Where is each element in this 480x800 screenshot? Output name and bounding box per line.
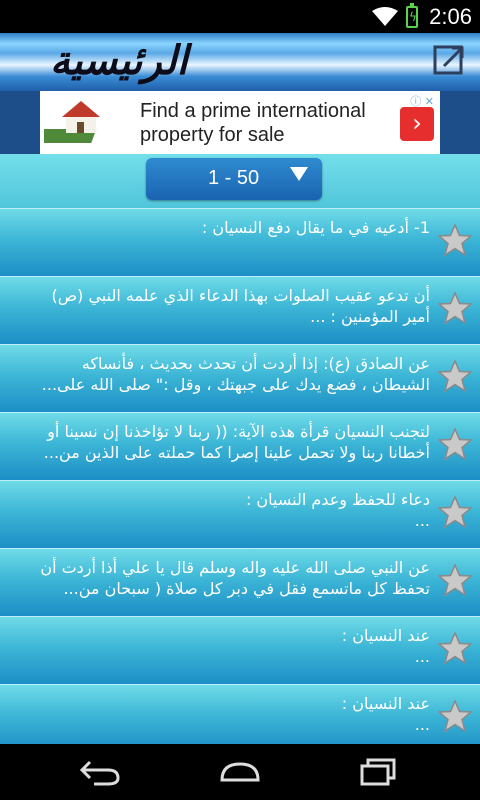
list-item-text: لتجنب النسيان قرأة هذه الآية: (( ربنا لا…	[43, 422, 430, 462]
list-item[interactable]: عن النبي صلى الله عليه واله وسلم قال يا …	[0, 548, 480, 616]
favorite-star-icon[interactable]	[438, 563, 472, 597]
favorite-star-icon[interactable]	[438, 223, 472, 257]
navigation-bar	[0, 744, 480, 800]
ad-arrow-button[interactable]: ›	[400, 107, 434, 141]
list-item[interactable]: 1- أدعيه في ما يقال دفع النسيان :	[0, 208, 480, 276]
share-icon[interactable]	[432, 42, 468, 78]
list-item-text: عند النسيان : ...	[341, 694, 430, 734]
favorite-star-icon[interactable]	[438, 359, 472, 393]
favorite-star-icon[interactable]	[438, 427, 472, 461]
favorite-star-icon[interactable]	[438, 291, 472, 325]
list-item-text: عند النسيان : ...	[341, 626, 430, 666]
range-dropdown-value: 1 - 50	[208, 167, 260, 189]
list-item-text: دعاء للحفظ وعدم النسيان : ...	[245, 490, 430, 530]
ad-text-line1: Find a prime international	[140, 100, 366, 122]
list-item-text: عن الصادق (ع): إذا أردت أن تحدث بحديث ، …	[41, 354, 430, 394]
dropdown-arrow-icon	[290, 167, 308, 181]
status-time: 2:06	[429, 4, 472, 29]
status-bar: ϟ 2:06	[0, 0, 480, 33]
item-list: 1- أدعيه في ما يقال دفع النسيان : أن تدعو…	[0, 208, 480, 744]
list-item[interactable]: لتجنب النسيان قرأة هذه الآية: (( ربنا لا…	[0, 412, 480, 480]
favorite-star-icon[interactable]	[438, 495, 472, 529]
list-item[interactable]: عند النسيان : ...	[0, 616, 480, 684]
list-item[interactable]: أن تدعو عقيب الصلوات بهذا الدعاء الذي عل…	[0, 276, 480, 344]
favorite-star-icon[interactable]	[438, 699, 472, 733]
title-bar: الرئيسية	[0, 33, 480, 91]
list-item[interactable]: عند النسيان : ...	[0, 684, 480, 744]
ad-banner-area: Find a prime international property for …	[0, 91, 480, 154]
ad-text-line2: property for sale	[140, 124, 285, 146]
page-title: الرئيسية	[50, 37, 188, 84]
ad-text: Find a prime international property for …	[140, 99, 366, 147]
list-item[interactable]: دعاء للحفظ وعدم النسيان : ...	[0, 480, 480, 548]
house-icon	[44, 101, 100, 143]
ad-banner[interactable]: Find a prime international property for …	[40, 91, 440, 154]
list-item-text: أن تدعو عقيب الصلوات بهذا الدعاء الذي عل…	[51, 286, 430, 326]
home-icon[interactable]	[218, 758, 262, 786]
recents-icon[interactable]	[358, 758, 402, 786]
battery-icon: ϟ	[406, 3, 418, 28]
range-selector-row: 1 - 50	[0, 154, 480, 208]
content-area: 1 - 50 1- أدعيه في ما يقال دفع النسيان :…	[0, 154, 480, 744]
back-icon[interactable]	[78, 758, 122, 786]
favorite-star-icon[interactable]	[438, 631, 472, 665]
list-item-text: 1- أدعيه في ما يقال دفع النسيان :	[201, 218, 430, 237]
list-item[interactable]: عن الصادق (ع): إذا أردت أن تحدث بحديث ، …	[0, 344, 480, 412]
wifi-icon	[372, 7, 398, 26]
list-item-text: عن النبي صلى الله عليه واله وسلم قال يا …	[40, 558, 430, 598]
range-dropdown[interactable]: 1 - 50	[146, 158, 322, 200]
